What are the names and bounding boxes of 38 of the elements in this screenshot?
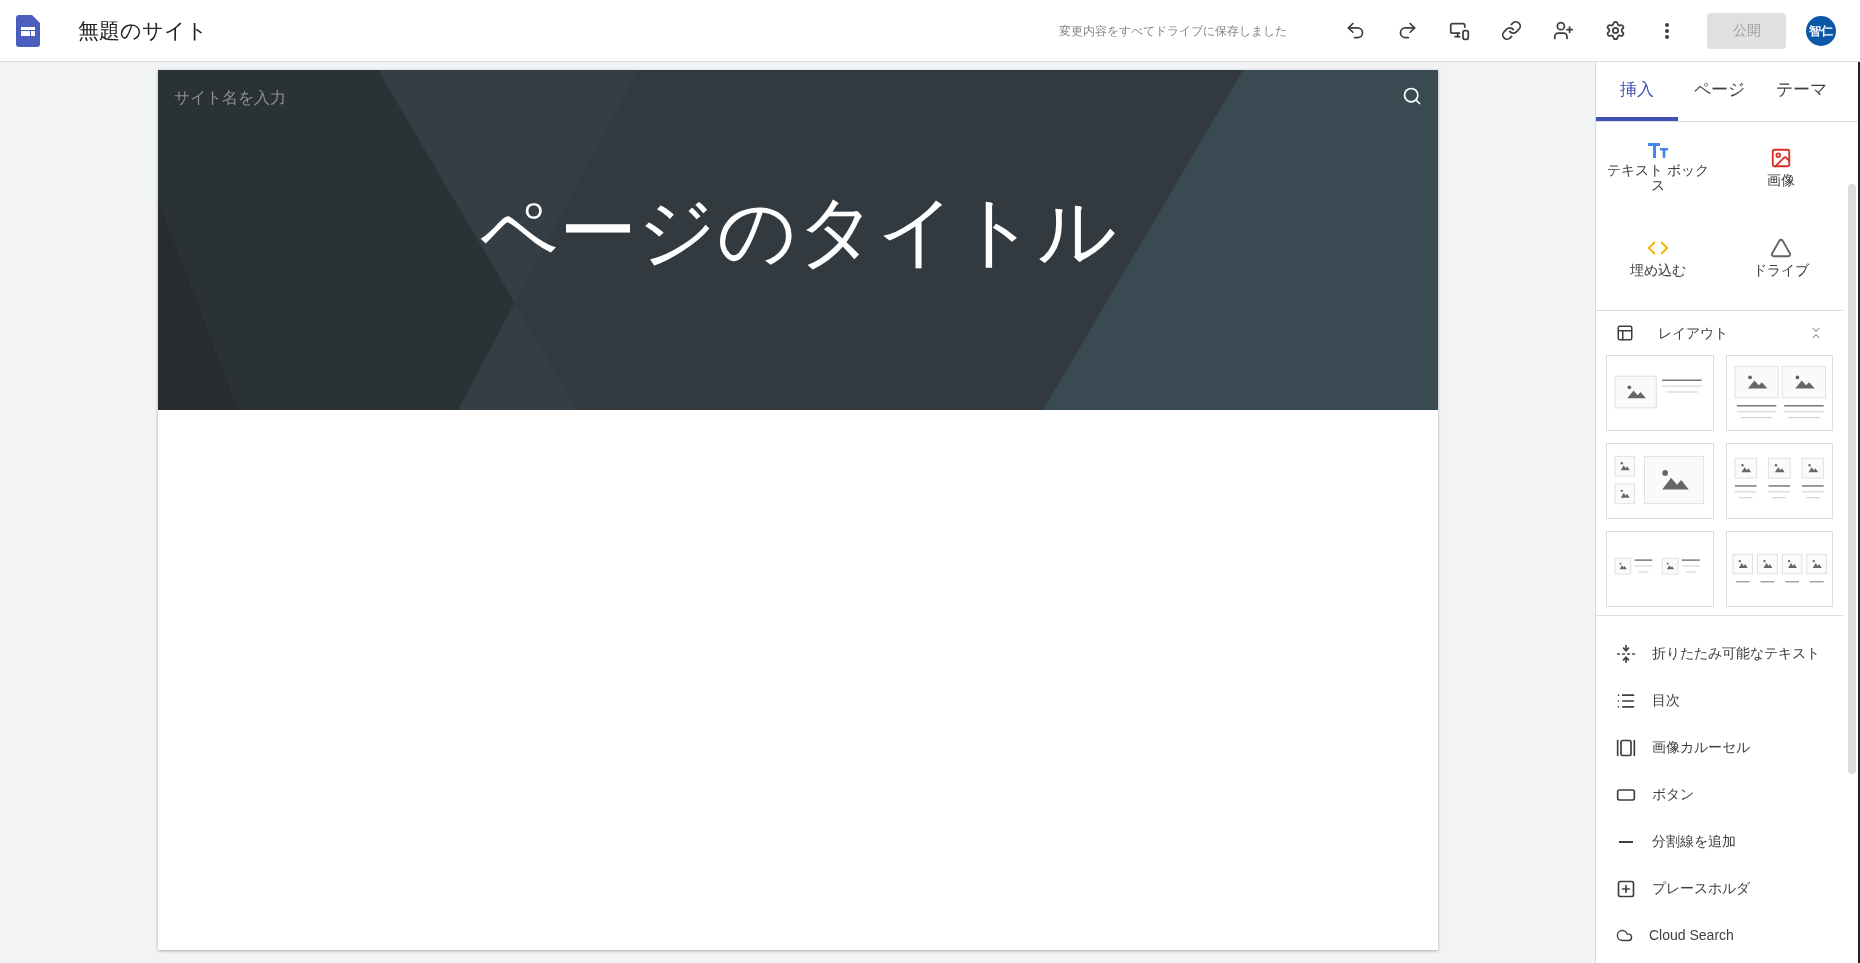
layout-icon — [1616, 324, 1634, 342]
layout-section-title: レイアウト — [1658, 323, 1728, 343]
insert-item[interactable]: 埋め込む — [1596, 212, 1720, 302]
insert-item[interactable]: テキスト ボックス — [1596, 122, 1720, 212]
component-item[interactable]: 折りたたみ可能なテキスト — [1596, 630, 1843, 677]
settings-icon — [1604, 20, 1626, 41]
layout-option[interactable] — [1725, 355, 1833, 431]
component-item[interactable]: 分割線を追加 — [1596, 818, 1843, 865]
more-icon — [1665, 22, 1669, 39]
image-icon — [1770, 146, 1793, 169]
component-item[interactable]: ボタン — [1596, 771, 1843, 818]
layout-option[interactable] — [1606, 443, 1714, 519]
expand-vertical-icon — [1616, 643, 1636, 664]
save-status: 変更内容をすべてドライブに保存しました — [1059, 22, 1287, 40]
component-item[interactable]: 画像カルーセル — [1596, 724, 1843, 771]
insert-item[interactable]: 画像 — [1719, 122, 1843, 212]
document-icon — [16, 14, 40, 47]
text-size-icon — [1646, 141, 1669, 160]
panel-tab[interactable]: ページ — [1678, 62, 1761, 121]
component-item[interactable]: 目次 — [1596, 677, 1843, 724]
panel-tab[interactable]: 挿入 — [1596, 62, 1679, 121]
carousel-icon — [1616, 737, 1636, 758]
horizontal-line-icon — [1619, 840, 1633, 843]
component-item[interactable]: Cloud Search — [1596, 912, 1843, 959]
devices-icon — [1448, 20, 1470, 41]
link-icon — [1500, 20, 1522, 41]
avatar[interactable]: 智仁 — [1806, 15, 1836, 46]
site-title[interactable]: 無題のサイト — [78, 14, 208, 47]
component-item[interactable]: プレースホルダ — [1596, 865, 1843, 912]
panel-tab[interactable]: テーマ — [1760, 62, 1843, 121]
page-title[interactable]: ページのタイトル — [478, 192, 1117, 270]
triangle-icon — [1770, 236, 1793, 259]
plus-square-icon — [1616, 878, 1636, 899]
site-name-field[interactable]: サイト名を入力 — [173, 86, 474, 110]
add-person-icon — [1552, 20, 1574, 41]
search-icon[interactable] — [1401, 86, 1422, 106]
cloud-icon — [1616, 927, 1633, 944]
insert-item[interactable]: ドライブ — [1719, 212, 1843, 302]
